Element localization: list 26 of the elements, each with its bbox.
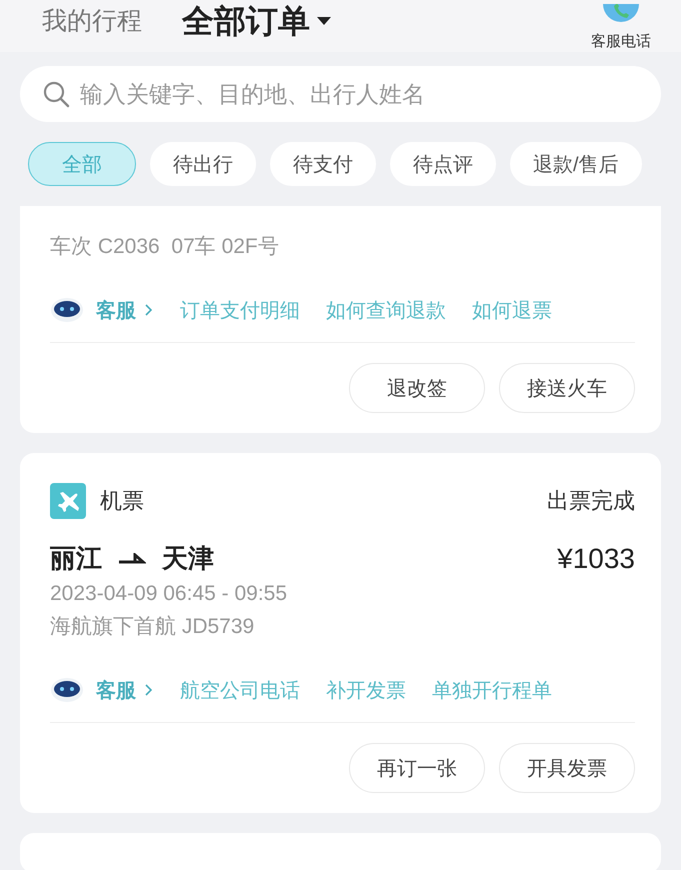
robot-avatar-icon (50, 676, 84, 704)
chevron-icon (144, 683, 154, 697)
header-tab[interactable]: 全部订单 (182, 6, 332, 36)
order-detail: 2023-04-09 06:45 - 09:55 (50, 582, 288, 606)
filter-chip[interactable]: 待点评 (390, 142, 496, 186)
departure-city: 丽江 (50, 542, 102, 575)
action-button[interactable]: 接送火车 (499, 363, 635, 413)
action-button[interactable]: 退改签 (349, 363, 485, 413)
filter-chip[interactable]: 待出行 (150, 142, 256, 186)
order-detail: 海航旗下首航 JD5739 (50, 614, 256, 640)
action-button[interactable]: 开具发票 (499, 743, 635, 793)
caret-icon (316, 16, 332, 26)
order-status: 出票完成 (547, 487, 635, 515)
airplane-icon (50, 483, 86, 519)
search-field[interactable]: 输入关键字、目的地、出行人姓名 (20, 66, 661, 122)
robot-avatar-icon (50, 296, 84, 324)
action-button[interactable]: 再订一张 (349, 743, 485, 793)
filter-chip[interactable]: 退款/售后 (510, 142, 642, 186)
customer-service-label[interactable]: 客服电话 (591, 32, 651, 51)
chevron-icon (144, 303, 154, 317)
order-category: 机票 (100, 487, 144, 515)
arrival-city: 天津 (162, 542, 214, 575)
order-price: ¥1033 (557, 542, 635, 574)
filter-chip[interactable]: 待支付 (270, 142, 376, 186)
order-detail: 车次 C2036 07车 02F号 (50, 234, 280, 260)
header-tab[interactable]: 我的行程 (42, 6, 142, 36)
